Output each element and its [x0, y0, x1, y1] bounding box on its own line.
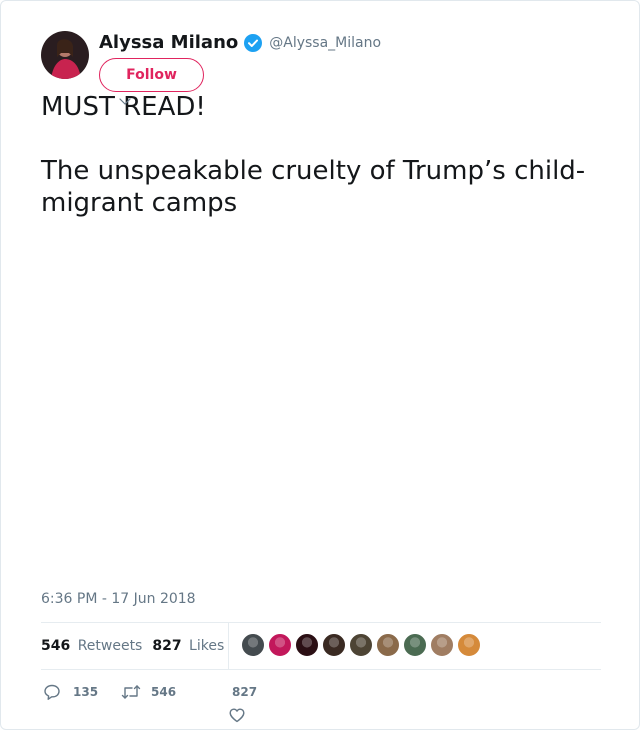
verified-badge-icon — [244, 33, 263, 52]
divider — [41, 669, 601, 670]
author-header: Alyssa Milano @Alyssa_Milano — [99, 32, 381, 53]
author-display-name[interactable]: Alyssa Milano — [99, 32, 238, 53]
liker-avatar[interactable] — [322, 633, 346, 657]
divider — [228, 623, 229, 669]
tweet-card: Alyssa Milano @Alyssa_Milano Follow MUST… — [0, 0, 640, 730]
engagement-stats: 546 Retweets 827 Likes — [41, 623, 234, 669]
liker-avatar[interactable] — [241, 633, 265, 657]
liker-avatar[interactable] — [349, 633, 373, 657]
likes-stat-count: 827 — [152, 638, 182, 654]
liker-avatar[interactable] — [430, 633, 454, 657]
liker-avatars — [241, 633, 484, 657]
retweet-count: 546 — [151, 685, 177, 699]
heart-icon[interactable] — [228, 706, 246, 724]
author-avatar[interactable] — [41, 31, 89, 79]
tweet-text-line: The unspeakable cruelty of Trump’s child… — [41, 156, 586, 218]
likes-stat[interactable]: 827 Likes — [152, 638, 224, 654]
follow-button[interactable]: Follow — [99, 58, 204, 92]
retweet-icon — [121, 685, 141, 699]
retweets-stat-label: Retweets — [77, 638, 143, 654]
action-bar: 135 546 827 — [41, 681, 601, 726]
retweet-button[interactable]: 546 — [121, 683, 176, 701]
retweets-stat[interactable]: 546 Retweets — [41, 638, 142, 654]
like-count: 827 — [232, 685, 258, 699]
likes-stat-label: Likes — [189, 638, 225, 654]
reply-icon — [44, 684, 60, 700]
liker-avatar[interactable] — [376, 633, 400, 657]
avatar-image — [41, 31, 89, 79]
chevron-down-icon[interactable] — [118, 96, 132, 106]
retweets-stat-count: 546 — [41, 638, 71, 654]
tweet-timestamp[interactable]: 6:36 PM - 17 Jun 2018 — [41, 591, 196, 607]
liker-avatar[interactable] — [403, 633, 427, 657]
liker-avatar[interactable] — [268, 633, 292, 657]
liker-avatar[interactable] — [295, 633, 319, 657]
reply-button[interactable]: 135 — [43, 683, 98, 701]
reply-count: 135 — [73, 685, 99, 699]
tweet-text: MUST READ! The unspeakable cruelty of Tr… — [41, 91, 601, 219]
liker-avatar[interactable] — [457, 633, 481, 657]
author-handle[interactable]: @Alyssa_Milano — [269, 35, 381, 51]
